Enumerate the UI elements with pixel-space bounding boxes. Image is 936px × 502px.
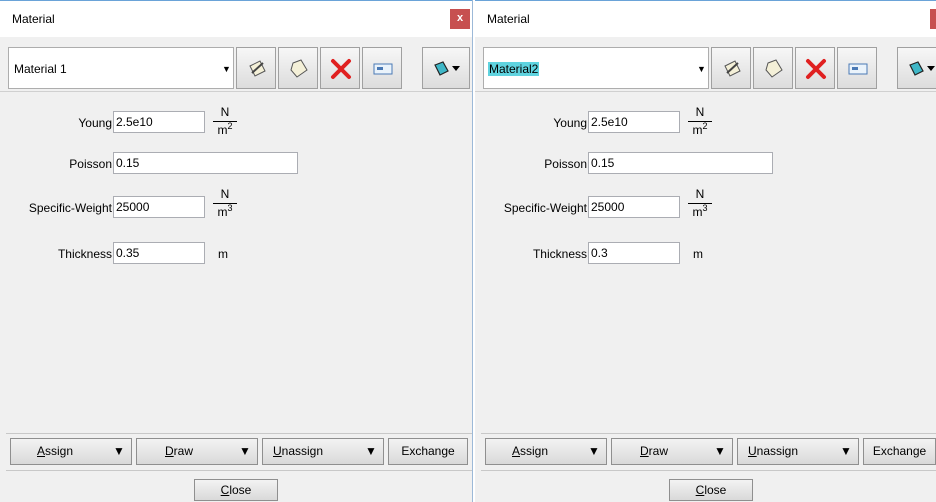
caret-down-icon: ▼ (714, 444, 726, 458)
thickness-unit: m (218, 247, 228, 261)
caret-down-icon: ▼ (239, 444, 251, 458)
chevron-down-icon[interactable]: ▼ (222, 62, 231, 76)
close-button[interactable]: Close (194, 479, 278, 501)
specific-weight-field[interactable]: 25000 (113, 196, 205, 218)
specific-weight-unit: N m3 (688, 186, 712, 219)
new-material-button[interactable] (278, 47, 318, 89)
material-select[interactable]: Material 1 ▼ (8, 47, 234, 89)
draw-button[interactable]: Draw ▼ (611, 438, 733, 465)
assign-button[interactable]: Assign ▼ (10, 438, 132, 465)
specific-weight-field[interactable]: 25000 (588, 196, 680, 218)
material-window-left: Material x Material 1 ▼ Young 2.5e10 N m… (0, 0, 472, 502)
new-material-icon (765, 59, 783, 78)
young-unit: N m2 (213, 104, 237, 137)
specific-weight-unit: N m3 (213, 186, 237, 219)
thickness-field[interactable]: 0.3 (588, 242, 680, 264)
delete-material-button[interactable] (795, 47, 835, 89)
material-select[interactable]: Material2 ▼ (483, 47, 709, 89)
young-field[interactable]: 2.5e10 (588, 111, 680, 133)
exchange-button[interactable]: Exchange (863, 438, 936, 465)
thickness-unit: m (693, 247, 703, 261)
young-field[interactable]: 2.5e10 (113, 111, 205, 133)
close-window-button[interactable]: x (930, 9, 936, 29)
title-bar: Material x (0, 1, 472, 37)
thickness-field[interactable]: 0.35 (113, 242, 205, 264)
window-title: Material (12, 12, 55, 26)
material-window-right: Material x Material2 ▼ Young (475, 0, 936, 502)
exchange-button[interactable]: Exchange (388, 438, 468, 465)
caret-down-icon: ▼ (113, 444, 125, 458)
close-button[interactable]: Close (669, 479, 753, 501)
young-unit: N m2 (688, 104, 712, 137)
delete-material-button[interactable] (320, 47, 360, 89)
toolbar-separator (0, 91, 472, 92)
specific-weight-label: Specific-Weight (503, 201, 587, 215)
edit-material-button[interactable] (236, 47, 276, 89)
poisson-label: Poisson (69, 157, 112, 171)
poisson-label: Poisson (544, 157, 587, 171)
new-material-button[interactable] (753, 47, 793, 89)
new-material-icon (290, 59, 308, 78)
toolbar-separator (475, 91, 936, 92)
rename-material-button[interactable] (837, 47, 877, 89)
thickness-label: Thickness (57, 247, 112, 261)
thickness-label: Thickness (532, 247, 587, 261)
rename-material-button[interactable] (362, 47, 402, 89)
caret-down-icon: ▼ (588, 444, 600, 458)
title-bar: Material x (475, 1, 936, 37)
close-window-button[interactable]: x (450, 9, 470, 29)
edit-material-button[interactable] (711, 47, 751, 89)
poisson-field[interactable]: 0.15 (588, 152, 773, 174)
export-dropdown-icon (909, 61, 935, 76)
export-menu-button[interactable] (422, 47, 470, 89)
poisson-field[interactable]: 0.15 (113, 152, 298, 174)
export-dropdown-icon (434, 61, 460, 76)
delete-icon (331, 59, 351, 79)
caret-down-icon: ▼ (365, 444, 377, 458)
window-title: Material (487, 12, 530, 26)
delete-icon (806, 59, 826, 79)
young-label: Young (553, 116, 587, 130)
young-label: Young (78, 116, 112, 130)
rename-icon (848, 63, 868, 75)
specific-weight-label: Specific-Weight (28, 201, 112, 215)
material-name: Material 1 (14, 62, 67, 76)
export-menu-button[interactable] (897, 47, 936, 89)
edit-material-icon (724, 60, 741, 77)
rename-icon (373, 63, 393, 75)
material-name[interactable]: Material2 (488, 62, 540, 76)
caret-down-icon: ▼ (840, 444, 852, 458)
unassign-button[interactable]: Unassign ▼ (737, 438, 859, 465)
edit-material-icon (249, 60, 266, 77)
chevron-down-icon[interactable]: ▼ (697, 62, 706, 76)
unassign-button[interactable]: Unassign ▼ (262, 438, 384, 465)
assign-button[interactable]: Assign ▼ (485, 438, 607, 465)
draw-button[interactable]: Draw ▼ (136, 438, 258, 465)
